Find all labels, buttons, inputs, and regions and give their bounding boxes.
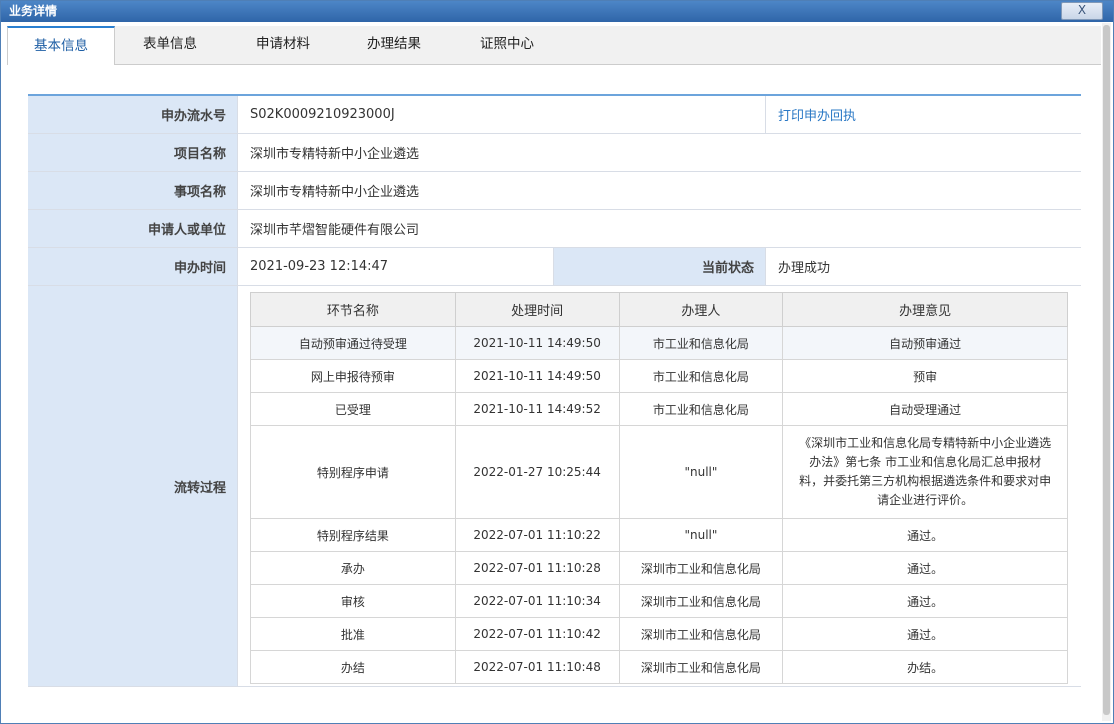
handler-cell: 深圳市工业和信息化局 (618, 584, 784, 618)
time-cell: 2022-07-01 11:10:28 (454, 551, 620, 585)
time-cell: 2021-10-11 14:49:50 (454, 359, 620, 393)
handler-cell: 深圳市工业和信息化局 (618, 551, 784, 585)
time-label: 申办时间 (28, 248, 238, 285)
handler-cell: "null" (618, 518, 784, 552)
flow-cell: 环节名称 处理时间 办理人 办理意见 自动预审通过待受理 2021-10-11 … (238, 286, 1081, 686)
row-serial: 申办流水号 S02K0009210923000J 打印申办回执 (28, 96, 1081, 134)
serial-label: 申办流水号 (28, 96, 238, 133)
print-receipt-link[interactable]: 打印申办回执 (766, 96, 1081, 133)
opinion-cell: 通过。 (782, 518, 1068, 552)
table-row: 办结 2022-07-01 11:10:48 深圳市工业和信息化局 办结。 (250, 650, 1068, 684)
step-cell: 已受理 (250, 392, 456, 426)
header-step: 环节名称 (250, 292, 456, 327)
table-row: 特别程序结果 2022-07-01 11:10:22 "null" 通过。 (250, 518, 1068, 552)
flow-label: 流转过程 (28, 286, 238, 686)
step-cell: 特别程序结果 (250, 518, 456, 552)
tab-application-materials[interactable]: 申请材料 (256, 26, 310, 64)
status-value: 办理成功 (778, 261, 831, 276)
table-row: 自动预审通过待受理 2021-10-11 14:49:50 市工业和信息化局 自… (250, 326, 1068, 360)
header-handler: 办理人 (618, 292, 784, 327)
item-label: 事项名称 (28, 172, 238, 209)
header-time: 处理时间 (454, 292, 620, 327)
vertical-scrollbar[interactable] (1102, 23, 1111, 721)
row-item: 事项名称 深圳市专精特新中小企业遴选 (28, 172, 1081, 210)
scrollbar-thumb[interactable] (1103, 25, 1110, 715)
item-value: 深圳市专精特新中小企业遴选 (250, 185, 420, 200)
time-cell: 2022-07-01 11:10:22 (454, 518, 620, 552)
step-cell: 特别程序申请 (250, 425, 456, 519)
handler-cell: 深圳市工业和信息化局 (618, 650, 784, 684)
project-label: 项目名称 (28, 134, 238, 171)
row-flow: 流转过程 环节名称 处理时间 办理人 办理意见 自动预审通过待受理 2021-1… (28, 286, 1081, 687)
row-project: 项目名称 深圳市专精特新中小企业遴选 (28, 134, 1081, 172)
time-cell: 2021-10-11 14:49:50 (454, 326, 620, 360)
opinion-cell: 办结。 (782, 650, 1068, 684)
table-row: 承办 2022-07-01 11:10:28 深圳市工业和信息化局 通过。 (250, 551, 1068, 585)
header-opinion: 办理意见 (782, 292, 1068, 327)
applicant-value: 深圳市芊熠智能硬件有限公司 (250, 223, 420, 238)
serial-value: S02K0009210923000J (238, 96, 766, 133)
step-cell: 审核 (250, 584, 456, 618)
table-row: 审核 2022-07-01 11:10:34 深圳市工业和信息化局 通过。 (250, 584, 1068, 618)
content-panel: 申办流水号 S02K0009210923000J 打印申办回执 项目名称 深圳市… (7, 65, 1101, 721)
process-header-row: 环节名称 处理时间 办理人 办理意见 (250, 292, 1068, 327)
handler-cell: "null" (618, 425, 784, 519)
opinion-cell: 通过。 (782, 551, 1068, 585)
time-cell: 2021-10-11 14:49:52 (454, 392, 620, 426)
opinion-cell: 自动预审通过 (782, 326, 1068, 360)
applicant-label: 申请人或单位 (28, 210, 238, 247)
business-detail-window: 业务详情 X 基本信息 表单信息 申请材料 办理结果 证照中心 申办流水号 S0… (0, 0, 1114, 724)
table-row: 特别程序申请 2022-01-27 10:25:44 "null" 《深圳市工业… (250, 425, 1068, 519)
opinion-cell: 《深圳市工业和信息化局专精特新中小企业遴选办法》第七条 市工业和信息化局汇总申报… (782, 425, 1068, 519)
opinion-cell: 预审 (782, 359, 1068, 393)
time-cell: 2022-07-01 11:10:42 (454, 617, 620, 651)
close-button[interactable]: X (1061, 2, 1103, 20)
tab-results[interactable]: 办理结果 (367, 26, 421, 64)
row-time-status: 申办时间 2021-09-23 12:14:47 当前状态 办理成功 (28, 248, 1081, 286)
basic-info-table: 申办流水号 S02K0009210923000J 打印申办回执 项目名称 深圳市… (28, 94, 1081, 687)
step-cell: 自动预审通过待受理 (250, 326, 456, 360)
table-row: 网上申报待预审 2021-10-11 14:49:50 市工业和信息化局 预审 (250, 359, 1068, 393)
time-cell: 2022-07-01 11:10:34 (454, 584, 620, 618)
row-applicant: 申请人或单位 深圳市芊熠智能硬件有限公司 (28, 210, 1081, 248)
tab-license-center[interactable]: 证照中心 (480, 26, 534, 64)
project-value: 深圳市专精特新中小企业遴选 (250, 147, 420, 162)
step-cell: 办结 (250, 650, 456, 684)
handler-cell: 市工业和信息化局 (618, 326, 784, 360)
step-cell: 承办 (250, 551, 456, 585)
step-cell: 网上申报待预审 (250, 359, 456, 393)
time-cell: 2022-07-01 11:10:48 (454, 650, 620, 684)
status-label: 当前状态 (554, 248, 766, 285)
time-value: 2021-09-23 12:14:47 (238, 248, 554, 285)
window-title: 业务详情 (9, 4, 58, 18)
process-table: 环节名称 处理时间 办理人 办理意见 自动预审通过待受理 2021-10-11 … (250, 292, 1068, 684)
title-bar: 业务详情 X (1, 1, 1113, 22)
opinion-cell: 通过。 (782, 617, 1068, 651)
handler-cell: 市工业和信息化局 (618, 392, 784, 426)
handler-cell: 深圳市工业和信息化局 (618, 617, 784, 651)
time-cell: 2022-01-27 10:25:44 (454, 425, 620, 519)
tab-basic-info[interactable]: 基本信息 (7, 26, 115, 67)
tab-form-info[interactable]: 表单信息 (143, 26, 197, 64)
table-row: 已受理 2021-10-11 14:49:52 市工业和信息化局 自动受理通过 (250, 392, 1068, 426)
handler-cell: 市工业和信息化局 (618, 359, 784, 393)
table-row: 批准 2022-07-01 11:10:42 深圳市工业和信息化局 通过。 (250, 617, 1068, 651)
opinion-cell: 通过。 (782, 584, 1068, 618)
opinion-cell: 自动受理通过 (782, 392, 1068, 426)
step-cell: 批准 (250, 617, 456, 651)
tab-bar: 基本信息 表单信息 申请材料 办理结果 证照中心 (7, 26, 1101, 67)
